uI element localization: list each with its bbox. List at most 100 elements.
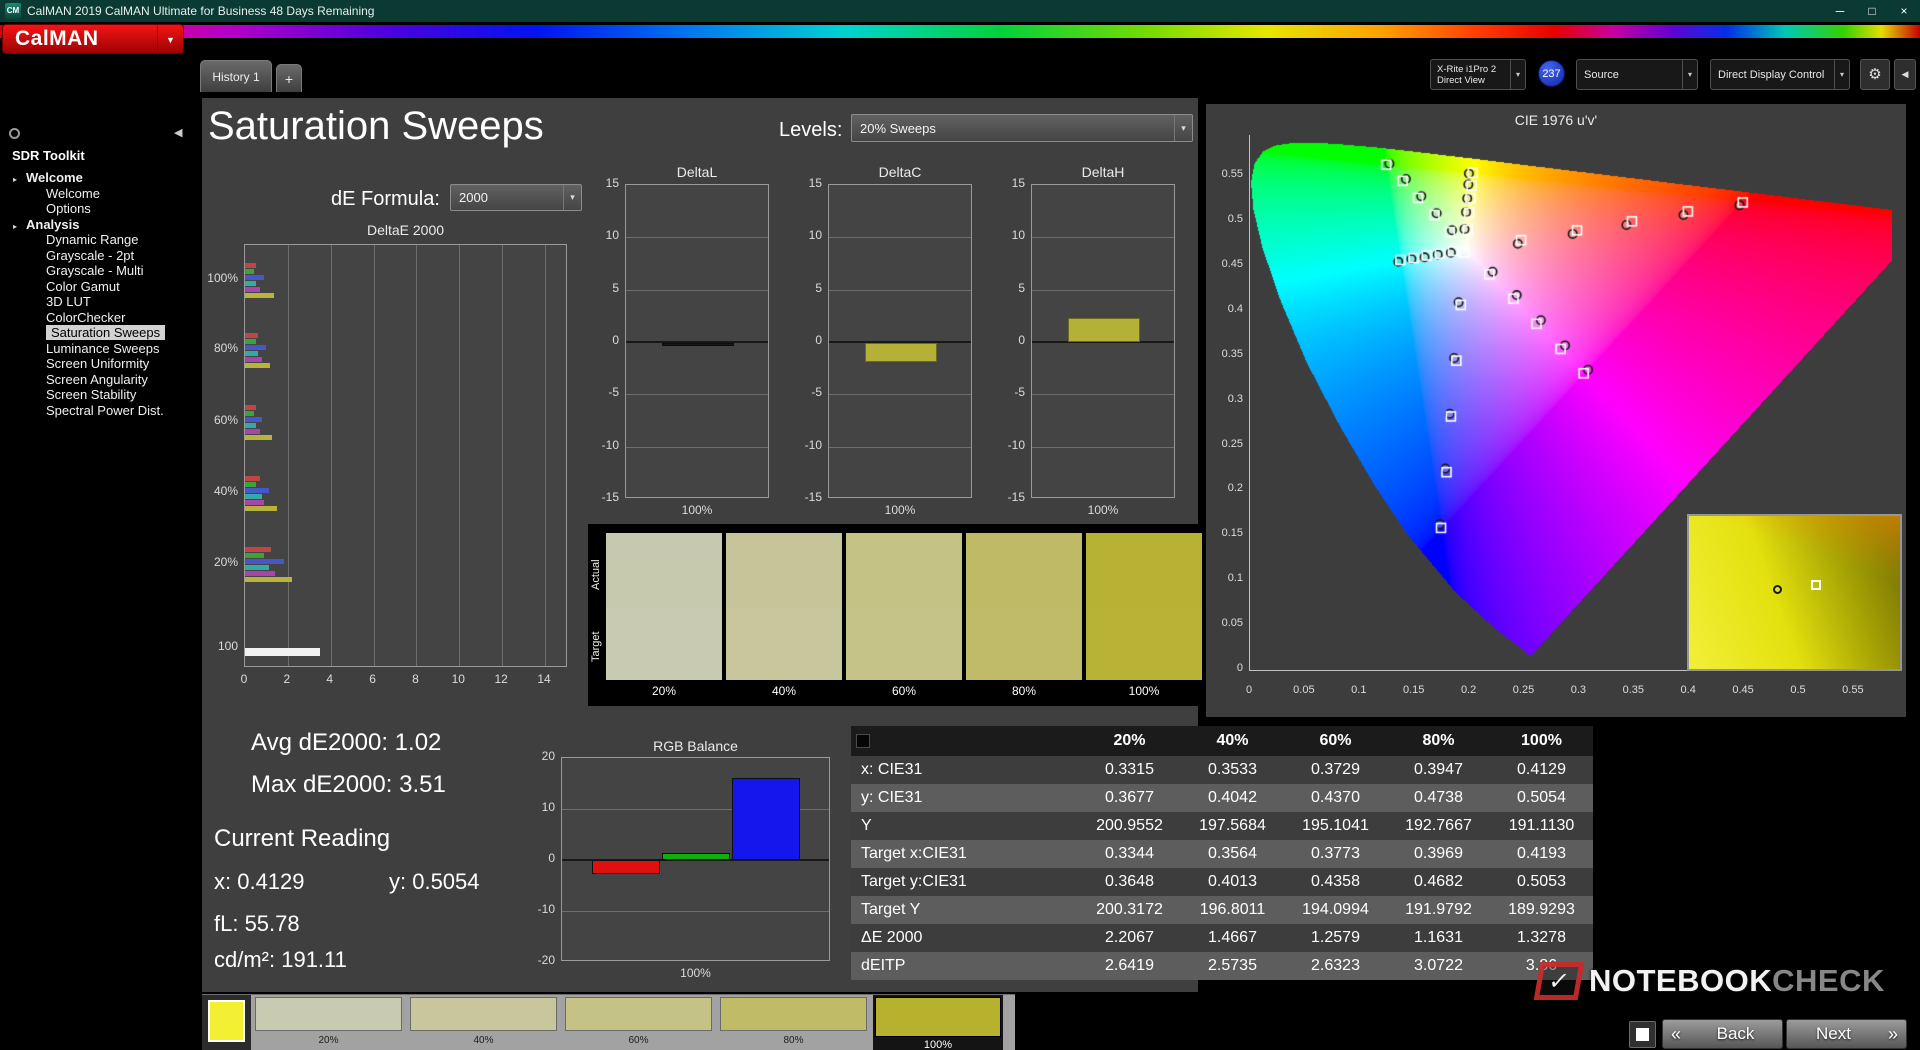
sidebar-item-dynamic-range[interactable]: Dynamic Range: [0, 232, 196, 248]
sidebar-title: SDR Toolkit: [12, 148, 85, 163]
deltae-bar: [245, 435, 272, 440]
close-button[interactable]: ×: [1888, 0, 1920, 22]
x-readout: x: 0.4129: [214, 869, 305, 895]
cie-zoom-inset: [1687, 514, 1902, 671]
stop-pattern-button[interactable]: [1629, 1021, 1656, 1048]
calman-logo-text: CalMAN: [3, 27, 157, 51]
actual-swatch: [846, 533, 962, 607]
patch-preview-cell: [202, 995, 251, 1050]
minimize-button[interactable]: ─: [1824, 0, 1856, 22]
next-chevrons-icon: »: [1880, 1024, 1906, 1045]
target-swatch: [966, 607, 1082, 680]
add-tab-button[interactable]: +: [276, 64, 302, 92]
saturation-tile-80%[interactable]: 80%: [718, 995, 869, 1050]
chevron-down-icon: ▾: [563, 185, 581, 210]
tile-label: 100%: [873, 1037, 1003, 1050]
saturation-tile-100%[interactable]: 100%: [873, 995, 1003, 1050]
saturation-tile-40%[interactable]: 40%: [408, 995, 559, 1050]
measurement-table: 20%40%60%80%100%x: CIE310.33150.35330.37…: [851, 726, 1593, 980]
table-row: y: CIE310.36770.40420.43700.47380.5054: [851, 784, 1593, 812]
table-row: dEITP2.64192.57352.63233.07223.86: [851, 952, 1593, 980]
sidebar-item-welcome[interactable]: Welcome: [0, 186, 196, 202]
swatch-label: 20%: [606, 684, 722, 698]
deltae-bar-white: [245, 648, 320, 656]
swatch-100%: [1086, 533, 1202, 680]
de-formula-dropdown[interactable]: 2000 ▾: [450, 184, 582, 211]
deltae-bar: [245, 488, 269, 493]
back-chevrons-icon: «: [1663, 1024, 1689, 1045]
saturation-tile-60%[interactable]: 60%: [563, 995, 714, 1050]
notebookcheck-watermark: ✓ NOTEBOOKCHECK: [1537, 962, 1885, 1000]
sidebar-record-icon[interactable]: [9, 128, 20, 139]
sidebar-item-grayscale-multi[interactable]: Grayscale - Multi: [0, 263, 196, 279]
sidebar-item-spectral-power-dist-[interactable]: Spectral Power Dist.: [0, 403, 196, 419]
sidebar-item-screen-angularity[interactable]: Screen Angularity: [0, 372, 196, 388]
table-header: 60%: [1284, 726, 1387, 756]
table-row: Target x:CIE310.33440.35640.37730.39690.…: [851, 840, 1593, 868]
sidebar-item-screen-uniformity[interactable]: Screen Uniformity: [0, 356, 196, 372]
max-de-readout: Max dE2000: 3.51: [251, 771, 446, 799]
table-row: x: CIE310.33150.35330.37290.39470.4129: [851, 756, 1593, 784]
table-header: 100%: [1490, 726, 1593, 756]
expander-icon: ▸: [13, 172, 26, 188]
levels-dropdown[interactable]: 20% Sweeps ▾: [851, 114, 1193, 142]
sidebar-collapse-icon[interactable]: ◀: [174, 126, 182, 139]
deltae-bar: [245, 565, 269, 570]
tab-history-1[interactable]: History 1: [200, 60, 272, 92]
levels-label: Levels:: [779, 119, 842, 142]
tile-swatch: [410, 997, 557, 1031]
sidebar-item-analysis[interactable]: ▸Analysis: [0, 217, 196, 233]
table-header: 20%: [1078, 726, 1181, 756]
sidebar-item-colorchecker[interactable]: ColorChecker: [0, 310, 196, 326]
expander-icon: ▸: [13, 219, 26, 235]
deltae-bar: [245, 275, 264, 280]
deltae-bar: [245, 429, 260, 434]
deltaH-bar: [1068, 318, 1140, 342]
saturation-tile-20%[interactable]: 20%: [253, 995, 404, 1050]
panel-collapse-button[interactable]: ◀: [1894, 59, 1916, 90]
sidebar-item-screen-stability[interactable]: Screen Stability: [0, 387, 196, 403]
tile-swatch: [720, 997, 867, 1031]
page-title: Saturation Sweeps: [208, 104, 544, 149]
rgb-balance-title: RGB Balance: [561, 738, 830, 754]
deltae-bar: [245, 559, 284, 564]
chevron-down-icon: ▾: [1174, 115, 1192, 141]
table-row: Y200.9552197.5684195.1041192.7667191.113…: [851, 812, 1593, 840]
logo-dropdown-icon: ▼: [157, 25, 183, 53]
deltae-bar: [245, 553, 264, 558]
deltae-bar: [245, 281, 256, 286]
deltae-bar: [245, 417, 262, 422]
table-header: [851, 726, 1078, 756]
deltae-bar: [245, 476, 260, 481]
rgb-bar-green: [662, 853, 730, 860]
meter-count-badge[interactable]: 237: [1538, 60, 1565, 87]
deltae-bar: [245, 333, 258, 338]
sidebar-item-welcome[interactable]: ▸Welcome: [0, 170, 196, 186]
notebookcheck-logo-icon: ✓: [1534, 962, 1585, 1000]
calman-logo-menu[interactable]: CalMAN ▼: [2, 24, 184, 54]
deltae-bar: [245, 287, 260, 292]
sidebar-item-options[interactable]: Options: [0, 201, 196, 217]
sidebar-item-color-gamut[interactable]: Color Gamut: [0, 279, 196, 295]
current-patch-preview: [208, 1000, 245, 1042]
next-button[interactable]: Next »: [1786, 1019, 1907, 1049]
display-control-dropdown[interactable]: Direct Display Control ▾: [1710, 59, 1850, 90]
back-button[interactable]: « Back: [1662, 1019, 1783, 1049]
sidebar-item-luminance-sweeps[interactable]: Luminance Sweeps: [0, 341, 196, 357]
table-row: Target Y200.3172196.8011194.0994191.9792…: [851, 896, 1593, 924]
actual-target-swatch-strip: ActualTarget20%40%60%80%100%: [588, 524, 1202, 706]
meter-dropdown[interactable]: X-Rite i1Pro 2 Direct View ▾: [1430, 59, 1526, 90]
sidebar-item-saturation-sweeps[interactable]: Saturation Sweeps: [0, 325, 196, 341]
actual-swatch: [606, 533, 722, 607]
source-dropdown[interactable]: Source ▾: [1576, 59, 1698, 90]
actual-swatch: [1086, 533, 1202, 607]
window-title: CalMAN 2019 CalMAN Ultimate for Business…: [27, 4, 374, 18]
sidebar-item-3d-lut[interactable]: 3D LUT: [0, 294, 196, 310]
maximize-button[interactable]: □: [1856, 0, 1888, 22]
chevron-down-icon: ▾: [1510, 60, 1525, 89]
swatch-label: 80%: [966, 684, 1082, 698]
table-row: ΔE 20002.20671.46671.25791.16311.3278: [851, 924, 1593, 952]
sidebar-item-grayscale-2pt[interactable]: Grayscale - 2pt: [0, 248, 196, 264]
settings-gear-button[interactable]: ⚙: [1860, 59, 1890, 90]
deltaH-chart-title: DeltaH: [1031, 164, 1175, 180]
